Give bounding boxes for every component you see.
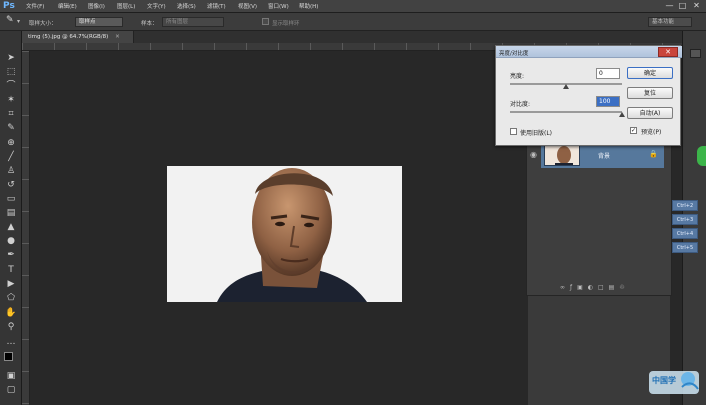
show-ring-label: 显示取样环 — [272, 21, 300, 27]
quick-select-tool-icon[interactable]: ✶ — [4, 94, 18, 106]
sample-select[interactable]: 所有图层 — [162, 17, 224, 27]
menu-select[interactable]: 选择(S) — [177, 2, 196, 10]
tool-preset-dropdown-icon[interactable]: ▾ — [17, 18, 20, 25]
layer-name: 背景 — [598, 153, 611, 160]
dodge-tool-icon[interactable]: ● — [4, 235, 18, 247]
eyedropper-tool-icon[interactable]: ✎ — [6, 15, 14, 25]
contrast-label: 对比度: — [510, 101, 531, 108]
shortcut-ctrl-4[interactable]: Ctrl+4 — [672, 228, 698, 239]
document-tab-bar: timg (5).jpg @ 64.7%(RGB/8) ✕ — [22, 31, 692, 43]
menu-help[interactable]: 帮助(H) — [299, 2, 318, 10]
layer-footer-icons[interactable]: ∞ƒ▣◐□▤♲ — [560, 284, 668, 292]
show-ring-checkbox[interactable] — [262, 18, 269, 25]
menu-bar: Ps 文件(F) 编辑(E) 图像(I) 图层(L) 文字(Y) 选择(S) 滤… — [0, 0, 706, 13]
path-select-tool-icon[interactable]: ▶ — [4, 278, 18, 290]
more-tools-icon[interactable]: … — [4, 336, 18, 348]
menu-view[interactable]: 视图(V) — [238, 2, 257, 10]
blur-tool-icon[interactable]: ▲ — [4, 221, 18, 233]
contrast-slider-track[interactable] — [510, 111, 622, 113]
pen-tool-icon[interactable]: ✒ — [4, 249, 18, 261]
shortcut-ctrl-5[interactable]: Ctrl+5 — [672, 242, 698, 253]
maximize-button[interactable]: □ — [677, 1, 688, 11]
menu-image[interactable]: 图像(I) — [88, 2, 105, 10]
tools-panel: ➤ ⬚ ⌒ ✶ ⌗ ✎ ⊕ ╱ ♙ ↺ ▭ ▤ ▲ ● ✒ T ▶ ⬠ ✋ ⚲ … — [0, 31, 22, 405]
brightness-contrast-dialog: 亮度/对比度 ✕ 亮度: 0 对比度: 100 使用旧版(L) 确定 复位 自动… — [495, 45, 682, 146]
quick-mask-icon[interactable]: ▣ — [4, 370, 18, 382]
legacy-label: 使用旧版(L) — [520, 130, 553, 137]
menu-file[interactable]: 文件(F) — [26, 2, 44, 10]
legacy-checkbox[interactable] — [510, 128, 517, 135]
document-tab[interactable]: timg (5).jpg @ 64.7%(RGB/8) ✕ — [22, 31, 134, 43]
green-side-tab[interactable] — [697, 146, 706, 166]
zoom-tool-icon[interactable]: ⚲ — [4, 321, 18, 333]
layer-thumbnail — [544, 144, 580, 166]
screen-mode-icon[interactable]: ▢ — [4, 384, 18, 396]
crop-tool-icon[interactable]: ⌗ — [4, 108, 18, 120]
options-bar: ✎ ▾ 取样大小： 取样点 样本： 所有图层 显示取样环 基本功能 — [0, 13, 706, 31]
watermark-logo: 中国学 — [648, 369, 700, 396]
dialog-close-button[interactable]: ✕ — [658, 47, 678, 57]
minimize-button[interactable]: — — [664, 1, 675, 11]
shortcut-ctrl-3[interactable]: Ctrl+3 — [672, 214, 698, 225]
shape-tool-icon[interactable]: ⬠ — [4, 292, 18, 304]
vertical-ruler — [22, 51, 30, 405]
brush-tool-icon[interactable]: ╱ — [4, 151, 18, 163]
reset-button[interactable]: 复位 — [627, 87, 673, 99]
preview-label: 预览(P) — [641, 129, 662, 136]
menu-layer[interactable]: 图层(L) — [117, 2, 135, 10]
type-tool-icon[interactable]: T — [4, 264, 18, 276]
preview-checkbox[interactable]: ✓ — [630, 127, 637, 134]
document-tab-label: timg (5).jpg @ 64.7%(RGB/8) — [28, 34, 109, 40]
dialog-title: 亮度/对比度 — [499, 51, 529, 57]
contrast-slider-thumb[interactable] — [619, 112, 625, 117]
healing-brush-tool-icon[interactable]: ⊕ — [4, 137, 18, 149]
hand-tool-icon[interactable]: ✋ — [4, 307, 18, 319]
layer-visibility-eye-icon[interactable]: ◉ — [530, 150, 537, 159]
watermark-text: 中国学 — [652, 376, 676, 385]
brightness-slider-thumb[interactable] — [563, 84, 569, 89]
lasso-tool-icon[interactable]: ⌒ — [4, 80, 18, 92]
eraser-tool-icon[interactable]: ▭ — [4, 193, 18, 205]
photoshop-logo: Ps — [3, 1, 15, 11]
eyedropper-tool-icon[interactable]: ✎ — [4, 122, 18, 134]
document-image[interactable] — [167, 166, 402, 302]
menu-edit[interactable]: 编辑(E) — [58, 2, 77, 10]
sample-size-label: 取样大小： — [29, 21, 57, 27]
menu-type[interactable]: 文字(Y) — [147, 2, 166, 10]
dialog-title-bar[interactable]: 亮度/对比度 ✕ — [496, 46, 682, 58]
foreground-color-swatch[interactable] — [4, 352, 13, 361]
shortcut-ctrl-2[interactable]: Ctrl+2 — [672, 200, 698, 211]
workspace-select[interactable]: 基本功能 — [648, 17, 692, 27]
move-tool-icon[interactable]: ➤ — [4, 52, 18, 64]
close-window-button[interactable]: ✕ — [691, 1, 702, 11]
sample-label: 样本： — [141, 21, 158, 27]
sample-size-select[interactable]: 取样点 — [75, 17, 123, 27]
close-tab-icon[interactable]: ✕ — [115, 34, 120, 40]
clone-stamp-tool-icon[interactable]: ♙ — [4, 165, 18, 177]
ok-button[interactable]: 确定 — [627, 67, 673, 79]
marquee-tool-icon[interactable]: ⬚ — [4, 66, 18, 78]
brightness-label: 亮度: — [510, 73, 525, 80]
auto-button[interactable]: 自动(A) — [627, 107, 673, 119]
layer-lock-icon: 🔒 — [649, 150, 658, 158]
contrast-input[interactable]: 100 — [596, 96, 620, 107]
panel-toggle-icon[interactable] — [690, 49, 701, 58]
menu-filter[interactable]: 滤镜(T) — [207, 2, 226, 10]
menu-window[interactable]: 窗口(W) — [268, 2, 289, 10]
brightness-input[interactable]: 0 — [596, 68, 620, 79]
history-brush-tool-icon[interactable]: ↺ — [4, 179, 18, 191]
gradient-tool-icon[interactable]: ▤ — [4, 207, 18, 219]
portrait-image — [167, 166, 402, 302]
